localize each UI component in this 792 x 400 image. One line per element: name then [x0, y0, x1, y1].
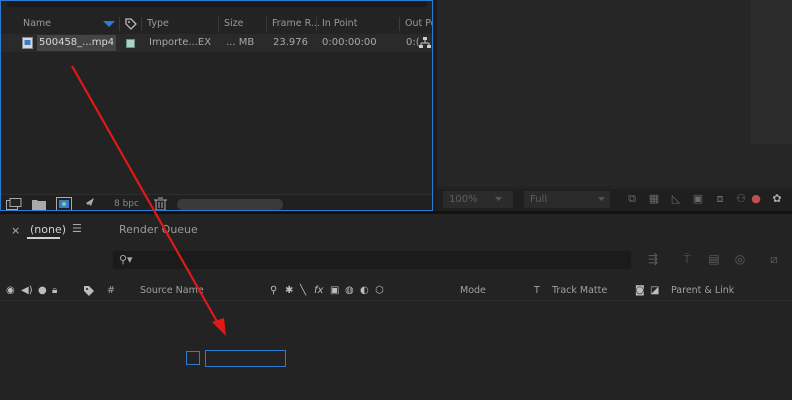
- project-panel: Name Type Size Frame R... In Point Out P…: [0, 0, 433, 211]
- item-size: ... MB: [226, 37, 255, 48]
- close-tab-icon[interactable]: ×: [11, 224, 20, 237]
- matte-icon[interactable]: ◙: [635, 285, 645, 296]
- column-layer-number: #: [107, 285, 115, 296]
- search-icon: ⚲▾: [119, 253, 133, 266]
- solo-icon[interactable]: ●: [38, 285, 47, 296]
- region-of-interest-icon[interactable]: ▣: [692, 193, 704, 205]
- column-in-point[interactable]: In Point: [322, 18, 357, 29]
- interpret-footage-icon[interactable]: [6, 198, 22, 210]
- label-tag-icon: [84, 286, 94, 296]
- new-composition-icon[interactable]: [56, 197, 72, 211]
- project-settings-icon[interactable]: [82, 197, 96, 211]
- bit-depth-button[interactable]: 8 bpc: [114, 199, 139, 209]
- effects-switch-icon[interactable]: fx: [314, 285, 323, 296]
- frame-blending-icon[interactable]: ▣: [330, 285, 339, 296]
- footage-file-icon: [22, 37, 33, 49]
- column-name[interactable]: Name: [23, 18, 51, 29]
- drop-target-small: [186, 351, 200, 365]
- motion-blur-icon[interactable]: ◎: [733, 252, 747, 266]
- project-item-row[interactable]: 500458_...mp4 Importe...EX ... MB 23.976…: [1, 34, 432, 52]
- timeline-search-input[interactable]: ⚲▾: [113, 251, 631, 269]
- item-frame-rate: 23.976: [273, 37, 308, 48]
- project-footer: 8 bpc: [1, 194, 432, 211]
- quality-switch-icon[interactable]: ╲: [300, 285, 306, 296]
- project-search-field[interactable]: [7, 1, 427, 7]
- sort-descending-icon[interactable]: [103, 21, 115, 28]
- timeline-tab-none[interactable]: (none): [30, 223, 66, 236]
- magnification-dropdown[interactable]: 100%: [443, 191, 513, 208]
- label-tag-icon: [125, 18, 137, 30]
- item-type: Importe...EX: [149, 37, 212, 48]
- parent-pickwhip-icon[interactable]: ◪: [650, 285, 659, 296]
- timeline-panel: × (none) ☰ Render Queue ⚲▾ ⇶ ⍑ ▤ ◎ ⧄ ◉ ◀…: [0, 214, 792, 400]
- column-parent-link[interactable]: Parent & Link: [671, 285, 734, 296]
- adjustment-layer-icon[interactable]: ◐: [360, 285, 369, 296]
- column-track-matte[interactable]: Track Matte: [552, 285, 607, 296]
- item-name[interactable]: 500458_...mp4: [37, 35, 116, 51]
- video-visibility-icon[interactable]: ◉: [6, 285, 15, 296]
- item-in-point: 0:00:00:00: [322, 37, 377, 48]
- viewer-settings-icon[interactable]: ✿: [771, 193, 783, 205]
- draft-3d-icon[interactable]: ⍑: [680, 252, 694, 266]
- comp-mini-flowchart-icon[interactable]: ⇶: [646, 252, 660, 266]
- transparency-grid-icon[interactable]: ▦: [648, 193, 660, 205]
- lock-icon[interactable]: 🔒︎: [52, 285, 57, 296]
- shy-switch-icon[interactable]: ⚲: [270, 285, 277, 296]
- shy-layers-icon[interactable]: ▤: [707, 252, 721, 266]
- item-label-color[interactable]: [126, 39, 135, 48]
- show-channel-icon[interactable]: ●: [750, 193, 762, 205]
- composition-viewer: 100% Full ⧉ ▦ ◺ ▣ ⧈ ⚇ ● ✿: [437, 0, 792, 211]
- show-snapshot-icon[interactable]: ⚇: [735, 193, 747, 205]
- new-folder-icon[interactable]: [32, 198, 46, 210]
- viewer-right-region: [751, 0, 792, 144]
- column-t: T: [534, 285, 540, 296]
- project-column-header: Name Type Size Frame R... In Point Out P…: [1, 15, 432, 33]
- tab-render-queue[interactable]: Render Queue: [119, 223, 198, 236]
- collapse-switch-icon[interactable]: ✱: [285, 285, 293, 296]
- 3d-layer-icon[interactable]: ⬡: [375, 285, 384, 296]
- viewer-canvas[interactable]: [437, 0, 792, 186]
- motion-blur-switch-icon[interactable]: ◍: [345, 285, 354, 296]
- fast-previews-icon[interactable]: ⧉: [626, 193, 638, 205]
- item-out-point: 0:(: [406, 37, 420, 48]
- column-out-point[interactable]: Out Poi: [405, 18, 432, 29]
- snapshot-icon[interactable]: ⧈: [714, 193, 726, 205]
- panel-menu-icon[interactable]: ☰: [72, 222, 82, 235]
- drop-target-large: [205, 350, 286, 367]
- chevron-down-icon: [495, 197, 502, 201]
- timeline-column-header: ◉ ◀) ● 🔒︎ # Source Name ⚲ ✱ ╲ fx ▣ ◍ ◐ ⬡…: [0, 282, 792, 301]
- audio-icon[interactable]: ◀): [21, 285, 33, 296]
- column-mode[interactable]: Mode: [460, 285, 486, 296]
- column-frame-rate[interactable]: Frame R...: [272, 18, 320, 29]
- mask-visibility-icon[interactable]: ◺: [670, 193, 682, 205]
- chevron-down-icon: [598, 197, 605, 201]
- graph-editor-icon[interactable]: ⧄: [767, 252, 781, 266]
- flowchart-icon[interactable]: [419, 37, 431, 49]
- column-type[interactable]: Type: [147, 18, 169, 29]
- column-source-name[interactable]: Source Name: [140, 285, 204, 296]
- horizontal-scrollbar[interactable]: [177, 199, 283, 210]
- active-tab-indicator: [27, 237, 60, 239]
- column-size[interactable]: Size: [224, 18, 244, 29]
- trash-icon[interactable]: [154, 197, 167, 210]
- viewer-toolbar: 100% Full ⧉ ▦ ◺ ▣ ⧈ ⚇ ● ✿: [437, 189, 792, 211]
